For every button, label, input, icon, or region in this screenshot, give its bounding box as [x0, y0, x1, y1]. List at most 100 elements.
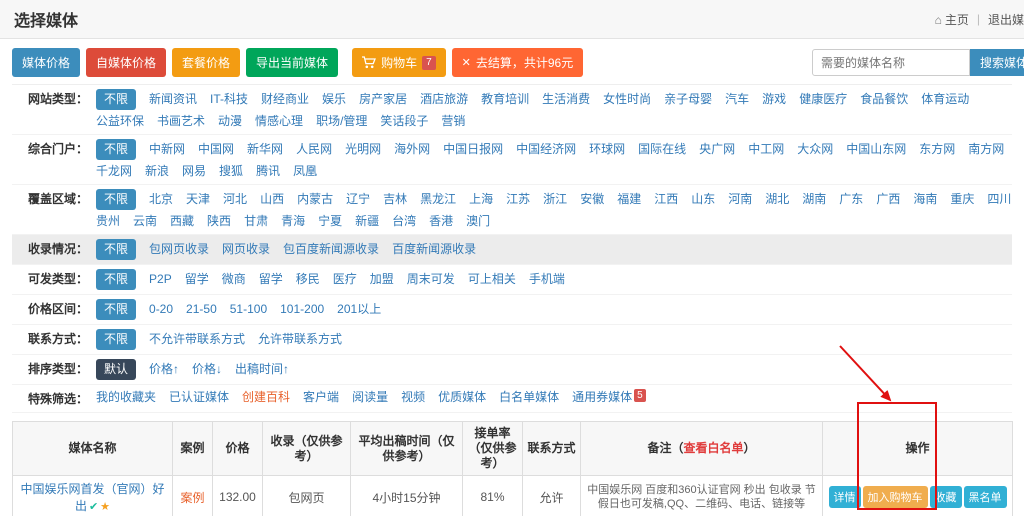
- filter-option[interactable]: 阅读量: [352, 389, 388, 406]
- filter-option[interactable]: 已认证媒体: [169, 389, 229, 406]
- filter-option[interactable]: 广东: [839, 191, 863, 208]
- filter-option[interactable]: 不允许带联系方式: [149, 331, 245, 348]
- filter-option[interactable]: 光明网: [345, 141, 381, 158]
- filter-option[interactable]: 健康医疗: [799, 91, 847, 108]
- filter-option[interactable]: 河南: [728, 191, 752, 208]
- filter-option[interactable]: 101-200: [280, 301, 324, 318]
- filter-option[interactable]: 青海: [281, 213, 305, 230]
- filter-option[interactable]: 南方网: [968, 141, 1004, 158]
- filter-option[interactable]: 动漫: [218, 113, 242, 130]
- filter-option[interactable]: 教育培训: [481, 91, 529, 108]
- filter-option[interactable]: 凤凰: [293, 163, 317, 180]
- search-input[interactable]: [812, 49, 970, 76]
- filter-option[interactable]: 黑龙江: [420, 191, 456, 208]
- filter-option[interactable]: 北京: [149, 191, 173, 208]
- filter-option[interactable]: 云南: [133, 213, 157, 230]
- filter-option[interactable]: 食品餐饮: [860, 91, 908, 108]
- filter-option[interactable]: 允许带联系方式: [258, 331, 342, 348]
- filter-option[interactable]: 白名单媒体: [499, 389, 559, 406]
- filter-option[interactable]: 香港: [429, 213, 453, 230]
- filter-option[interactable]: 大众网: [797, 141, 833, 158]
- filter-option[interactable]: 娱乐: [322, 91, 346, 108]
- filter-option[interactable]: 51-100: [230, 301, 267, 318]
- filter-option[interactable]: 河北: [223, 191, 247, 208]
- filter-selected-chip[interactable]: 不限: [96, 89, 136, 110]
- filter-option[interactable]: 可上相关: [468, 271, 516, 288]
- filter-option[interactable]: 0-20: [149, 301, 173, 318]
- filter-option[interactable]: 贵州: [96, 213, 120, 230]
- filter-option[interactable]: 四川: [987, 191, 1011, 208]
- filter-option[interactable]: 通用券媒体5: [572, 389, 646, 406]
- filter-option[interactable]: 中国网: [198, 141, 234, 158]
- filter-option[interactable]: 山西: [260, 191, 284, 208]
- checkout-button[interactable]: ✕ 去结算，共计96元: [452, 48, 584, 77]
- filter-selected-chip[interactable]: 默认: [96, 359, 136, 380]
- cart-button[interactable]: 购物车 7: [352, 48, 446, 77]
- detail-button[interactable]: 详情: [829, 486, 861, 508]
- filter-option[interactable]: 周末可发: [407, 271, 455, 288]
- filter-option[interactable]: 江西: [654, 191, 678, 208]
- filter-option[interactable]: 环球网: [589, 141, 625, 158]
- home-link[interactable]: ⌂主页: [935, 11, 969, 28]
- filter-option[interactable]: 留学: [185, 271, 209, 288]
- filter-option[interactable]: 辽宁: [346, 191, 370, 208]
- filter-option[interactable]: 新疆: [355, 213, 379, 230]
- filter-option[interactable]: 央广网: [699, 141, 735, 158]
- filter-option[interactable]: IT-科技: [210, 91, 248, 108]
- filter-option[interactable]: 国际在线: [638, 141, 686, 158]
- filter-option[interactable]: 澳门: [466, 213, 490, 230]
- filter-option[interactable]: 亲子母婴: [664, 91, 712, 108]
- filter-option[interactable]: 吉林: [383, 191, 407, 208]
- logout-link[interactable]: 退出媒体: [988, 11, 1024, 28]
- filter-option[interactable]: 营销: [441, 113, 465, 130]
- filter-option[interactable]: P2P: [149, 271, 172, 288]
- filter-option[interactable]: 海南: [913, 191, 937, 208]
- filter-option[interactable]: 新华网: [247, 141, 283, 158]
- filter-option[interactable]: 出稿时间↑: [235, 361, 289, 378]
- filter-option[interactable]: 生活消费: [542, 91, 590, 108]
- filter-option[interactable]: 腾讯: [256, 163, 280, 180]
- filter-option[interactable]: 安徽: [580, 191, 604, 208]
- filter-option[interactable]: 网页收录: [222, 241, 270, 258]
- filter-selected-chip[interactable]: 不限: [96, 329, 136, 350]
- filter-option[interactable]: 网易: [182, 163, 206, 180]
- filter-option[interactable]: 公益环保: [96, 113, 144, 130]
- filter-option[interactable]: 千龙网: [96, 163, 132, 180]
- filter-option[interactable]: 台湾: [392, 213, 416, 230]
- add-to-cart-button[interactable]: 加入购物车: [863, 486, 928, 508]
- filter-option[interactable]: 中国山东网: [846, 141, 906, 158]
- filter-option[interactable]: 浙江: [543, 191, 567, 208]
- filter-selected-chip[interactable]: 不限: [96, 269, 136, 290]
- filter-selected-chip[interactable]: 不限: [96, 189, 136, 210]
- filter-selected-chip[interactable]: 不限: [96, 139, 136, 160]
- toolbar-button-package-price[interactable]: 套餐价格: [172, 48, 240, 77]
- filter-option[interactable]: 甘肃: [244, 213, 268, 230]
- filter-option[interactable]: 体育运动: [921, 91, 969, 108]
- filter-option[interactable]: 加盟: [370, 271, 394, 288]
- filter-option[interactable]: 医疗: [333, 271, 357, 288]
- filter-option[interactable]: 情感心理: [255, 113, 303, 130]
- filter-option[interactable]: 百度新闻源收录: [392, 241, 476, 258]
- filter-option[interactable]: 上海: [469, 191, 493, 208]
- filter-option[interactable]: 江苏: [506, 191, 530, 208]
- blacklist-button[interactable]: 黑名单: [964, 486, 1007, 508]
- filter-option[interactable]: 海外网: [394, 141, 430, 158]
- filter-option[interactable]: 湖南: [802, 191, 826, 208]
- filter-option[interactable]: 房产家居: [359, 91, 407, 108]
- filter-option[interactable]: 微商: [222, 271, 246, 288]
- filter-selected-chip[interactable]: 不限: [96, 239, 136, 260]
- filter-option[interactable]: 职场/管理: [316, 113, 367, 130]
- filter-option[interactable]: 书画艺术: [157, 113, 205, 130]
- filter-option[interactable]: 创建百科: [242, 389, 290, 406]
- filter-option[interactable]: 包百度新闻源收录: [283, 241, 379, 258]
- filter-option[interactable]: 移民: [296, 271, 320, 288]
- filter-option[interactable]: 21-50: [186, 301, 217, 318]
- filter-option[interactable]: 笑话段子: [380, 113, 428, 130]
- filter-option[interactable]: 福建: [617, 191, 641, 208]
- filter-option[interactable]: 湖北: [765, 191, 789, 208]
- filter-option[interactable]: 客户端: [303, 389, 339, 406]
- search-button[interactable]: 搜索媒体: [970, 49, 1024, 76]
- filter-option[interactable]: 中国经济网: [516, 141, 576, 158]
- filter-option[interactable]: 中新网: [149, 141, 185, 158]
- filter-option[interactable]: 留学: [259, 271, 283, 288]
